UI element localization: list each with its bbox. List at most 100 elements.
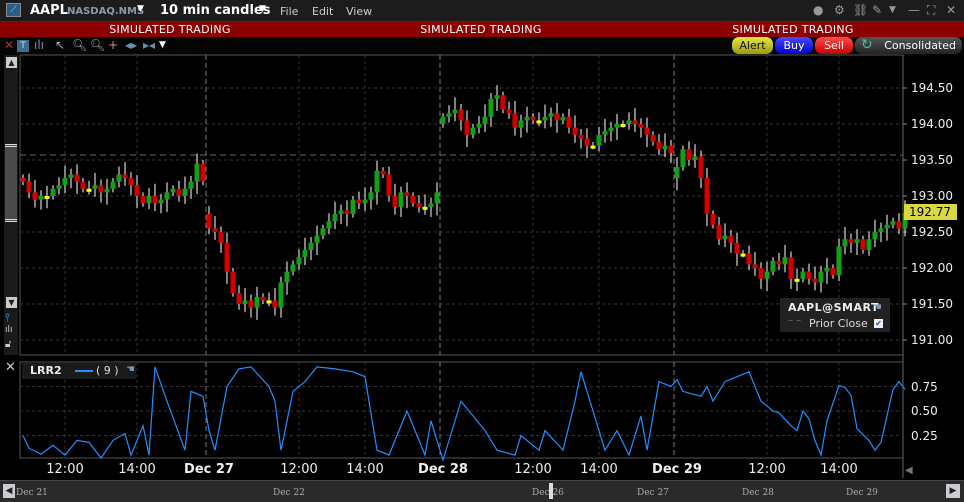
dashed-line-icon: – –	[788, 315, 802, 326]
arrow-left-icon[interactable]: ◀	[905, 465, 913, 476]
candle-body	[272, 300, 278, 308]
candle-body	[626, 120, 632, 124]
candle-body	[434, 192, 440, 204]
price-axis-label: 191.50	[911, 297, 953, 311]
candle-body	[578, 134, 584, 139]
candle-body	[764, 271, 770, 279]
candle-body	[134, 185, 140, 196]
candle-body	[662, 145, 668, 150]
candle-body	[872, 232, 878, 240]
candle-body	[140, 196, 146, 204]
candle-body	[260, 296, 266, 301]
candle-body	[740, 253, 746, 257]
candle-body	[236, 293, 242, 304]
candle-body	[602, 131, 608, 135]
indicator-line-swatch	[75, 370, 93, 372]
navigator-right-icon[interactable]: ▶	[946, 484, 960, 498]
candle-body	[860, 239, 866, 250]
candle-body	[488, 98, 494, 117]
candle-body	[416, 203, 422, 207]
indicator-name: LRR2	[30, 364, 62, 377]
indicator-param[interactable]: ( 9 )	[96, 364, 119, 377]
candle-body	[224, 242, 230, 272]
hand-icon[interactable]: ☚	[126, 364, 135, 375]
price-axis-label: 193.50	[911, 153, 953, 167]
candle-body	[866, 239, 872, 250]
candle-body	[104, 188, 110, 193]
candle-body	[824, 268, 830, 272]
candle-body	[356, 199, 362, 204]
candle-body	[344, 210, 350, 214]
price-chart[interactable]	[0, 0, 964, 502]
candle-body	[536, 120, 542, 124]
candle-body	[674, 167, 680, 178]
candle-body	[254, 296, 260, 308]
candle-body	[506, 109, 512, 114]
hand-icon[interactable]: ☚	[873, 302, 882, 313]
candle-body	[404, 192, 410, 196]
candle-body	[716, 224, 722, 240]
candle-body	[146, 196, 152, 204]
candle-body	[440, 116, 446, 124]
candle-body	[464, 120, 470, 135]
candle-body	[164, 192, 170, 200]
candle-body	[32, 192, 38, 200]
candle-body	[284, 271, 290, 283]
candle-body	[512, 113, 518, 128]
time-axis-label: 14:00	[346, 462, 384, 477]
candle-body	[638, 124, 644, 128]
candle-body	[782, 257, 788, 265]
indicator-ytick: 0.25	[911, 429, 938, 443]
candle-body	[800, 271, 806, 279]
candle-body	[758, 268, 764, 279]
indicator-ytick: 0.50	[911, 404, 938, 418]
time-navigator[interactable]: ◀ ▶	[0, 480, 964, 502]
candle-body	[188, 181, 194, 189]
candle-body	[170, 188, 176, 193]
candle-body	[500, 95, 506, 110]
candle-body	[380, 170, 386, 175]
candle-body	[200, 163, 206, 182]
nav-label: Dec 27	[637, 488, 669, 498]
candle-body	[542, 116, 548, 121]
candle-body	[98, 185, 104, 193]
candle-body	[632, 120, 638, 124]
candle-body	[56, 185, 62, 189]
price-axis-label: 191.00	[911, 333, 953, 347]
prior-close-checkbox[interactable]: ✔	[874, 319, 883, 328]
candle-body	[836, 246, 842, 276]
indicator-line	[22, 366, 906, 463]
candle-body	[38, 196, 44, 200]
candle-body	[590, 145, 596, 149]
candle-body	[884, 224, 890, 229]
price-axis-label: 194.50	[911, 81, 953, 95]
navigator-left-icon[interactable]: ◀	[3, 484, 15, 498]
price-panel-frame	[19, 54, 904, 356]
candle-body	[656, 142, 662, 150]
candle-body	[530, 116, 536, 121]
candle-body	[230, 271, 236, 294]
candle-body	[518, 120, 524, 128]
candle-body	[320, 228, 326, 236]
candle-body	[734, 242, 740, 254]
candle-body	[332, 214, 338, 222]
candle-body	[152, 196, 158, 204]
nav-label: Dec 29	[846, 488, 878, 498]
candle-body	[218, 232, 224, 243]
candle-body	[110, 181, 116, 189]
candle-body	[848, 239, 854, 243]
candle-body	[668, 145, 674, 153]
candle-body	[326, 221, 332, 229]
candle-body	[776, 260, 782, 265]
candle-body	[422, 206, 428, 210]
candle-body	[410, 196, 416, 204]
time-axis-label: 12:00	[46, 462, 84, 477]
candle-body	[692, 156, 698, 160]
candle-body	[446, 113, 452, 117]
candle-body	[524, 116, 530, 121]
candle-body	[176, 188, 182, 196]
candle-body	[368, 192, 374, 200]
candle-body	[710, 214, 716, 225]
candle-body	[266, 300, 272, 304]
candle-body	[620, 124, 626, 127]
